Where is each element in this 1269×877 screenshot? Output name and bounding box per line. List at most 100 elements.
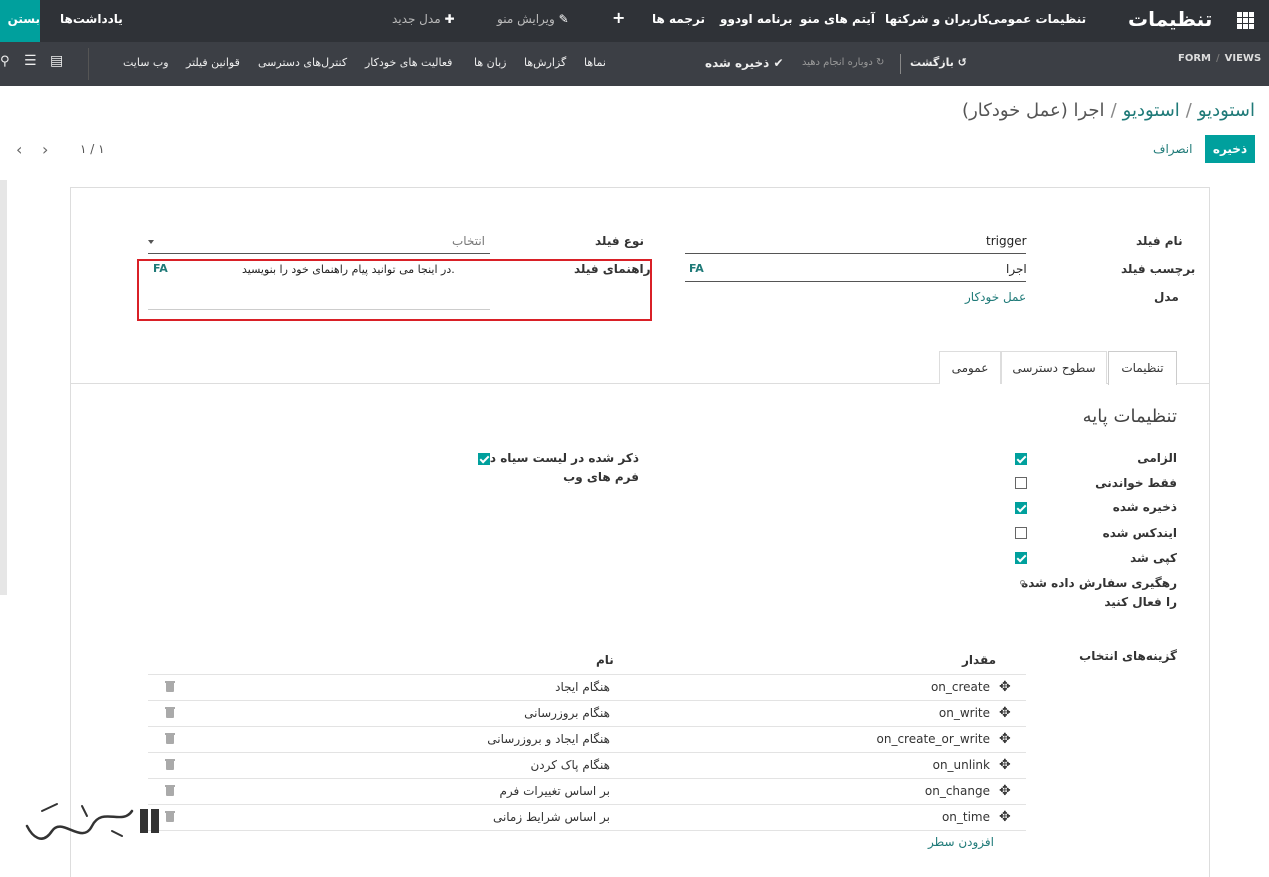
required-checkbox[interactable] (1015, 453, 1027, 465)
field-type-select[interactable]: انتخاب (452, 234, 485, 248)
toolbar-reports[interactable]: گزارش‌ها (524, 56, 566, 69)
studio-toolbar: ⚲ ☰ ▤ وب سایت قوانین فیلتر کنترل‌های دست… (0, 42, 1269, 86)
tab-access-levels[interactable]: سطوح دسترسی (1001, 351, 1107, 384)
blacklist-label-line2: فرم های وب (563, 470, 639, 484)
drag-handle-icon[interactable]: ✥ (999, 809, 1011, 825)
views-crumb[interactable]: VIEWS (1225, 53, 1262, 64)
row-name[interactable]: بر اساس شرایط زمانی (493, 810, 610, 824)
discard-button[interactable]: انصراف (1153, 142, 1192, 156)
topmenu-translations[interactable]: ترجمه ها (652, 12, 705, 26)
breadcrumb-studio-1[interactable]: استودیو (1198, 100, 1255, 121)
back-button[interactable]: بازگشت ↺ (910, 56, 967, 69)
field-label-input[interactable]: اجرا (1006, 262, 1027, 276)
row-divider (148, 752, 1026, 753)
topmenu-users-companies[interactable]: کاربران و شرکتها (885, 12, 989, 26)
trash-icon[interactable] (165, 811, 175, 822)
row-name[interactable]: هنگام ایجاد و بروزرسانی (487, 732, 610, 746)
breadcrumb-studio-2[interactable]: استودیو (1123, 100, 1180, 121)
field-type-label: نوع فیلد (595, 234, 644, 248)
trash-icon[interactable] (165, 707, 175, 718)
notes-menu[interactable]: یادداشت‌ها (60, 12, 123, 26)
undo-icon: ↺ (957, 56, 967, 69)
help-underline (148, 309, 490, 310)
trash-icon[interactable] (165, 681, 175, 692)
form-view-icon[interactable]: ▤ (50, 53, 63, 69)
row-name[interactable]: هنگام پاک کردن (530, 758, 610, 772)
field-name-label: نام فیلد (1136, 234, 1183, 248)
redo-icon: ↻ (875, 57, 885, 68)
readonly-checkbox[interactable] (1015, 477, 1027, 489)
redo-button[interactable]: دوباره انجام دهید ↻ (802, 57, 884, 68)
toolbar-views[interactable]: نماها (584, 56, 606, 69)
topmenu-menu-items[interactable]: آیتم های منو (800, 12, 875, 26)
row-name[interactable]: هنگام ایجاد (555, 680, 610, 694)
drag-handle-icon[interactable]: ✥ (999, 679, 1011, 695)
toolbar-languages[interactable]: زبان ها (474, 56, 506, 69)
search-icon[interactable]: ⚲ (0, 54, 10, 69)
drag-handle-icon[interactable]: ✥ (999, 705, 1011, 721)
toolbar-filter-rules[interactable]: قوانین فیلتر (186, 56, 240, 69)
save-button[interactable]: ذخیره (1205, 135, 1255, 163)
row-value[interactable]: on_change (925, 784, 990, 798)
drag-handle-icon[interactable]: ✥ (999, 783, 1011, 799)
chevron-down-icon[interactable] (148, 240, 154, 244)
field-label-underline (685, 281, 1026, 282)
model-label: مدل (1154, 290, 1179, 304)
copied-checkbox[interactable] (1015, 552, 1027, 564)
row-divider (148, 804, 1026, 805)
field-name-input[interactable]: trigger (986, 234, 1027, 248)
copied-label: کپی شد (1130, 551, 1177, 565)
pager-next-icon[interactable]: › (42, 140, 48, 159)
trash-icon[interactable] (165, 733, 175, 744)
indexed-checkbox[interactable] (1015, 527, 1027, 539)
new-model-label: مدل جدید (392, 12, 441, 26)
drag-handle-icon[interactable]: ✥ (999, 731, 1011, 747)
row-value[interactable]: on_time (942, 810, 990, 824)
edit-menu-menu[interactable]: ویرایش منو ✎ (497, 12, 569, 26)
col-value-header: مقدار (962, 653, 997, 667)
topmenu-general-settings[interactable]: تنظیمات عمومی (988, 12, 1086, 26)
blacklist-label-line1: ذکر شده در لیست سیاه در (482, 451, 639, 465)
drag-handle-icon[interactable]: ✥ (999, 757, 1011, 773)
help-label: راهنمای فیلد (574, 262, 651, 276)
list-view-icon[interactable]: ☰ (24, 53, 37, 69)
row-divider (148, 778, 1026, 779)
tab-general[interactable]: عمومی (939, 351, 1001, 384)
model-link[interactable]: عمل خودکار (965, 290, 1026, 304)
row-divider (148, 726, 1026, 727)
field-type-underline (148, 253, 490, 254)
watermark-signature (25, 803, 134, 840)
stored-checkbox[interactable] (1015, 502, 1027, 514)
help-textarea[interactable]: در اینجا می توانید پیام راهنمای خود را ب… (242, 263, 455, 276)
toolbar-automated-actions[interactable]: فعالیت های خودکار (365, 56, 452, 69)
close-button[interactable]: بستن (0, 0, 40, 42)
help-lang-badge[interactable]: FA (153, 262, 168, 275)
section-title: تنظیمات پایه (1082, 406, 1177, 427)
blacklist-checkbox[interactable] (478, 453, 490, 465)
add-menu-button[interactable]: + (612, 8, 625, 27)
field-label-lang-badge[interactable]: FA (689, 262, 704, 275)
row-value[interactable]: on_unlink (933, 758, 990, 772)
views-breadcrumb: FORM / VIEWS (1178, 53, 1262, 64)
row-value[interactable]: on_create (931, 680, 990, 694)
toolbar-website[interactable]: وب سایت (123, 56, 169, 69)
new-model-menu[interactable]: مدل جدید ✚ (392, 12, 455, 26)
saved-label: ذخیره شده (705, 56, 770, 70)
row-divider (148, 700, 1026, 701)
trash-icon[interactable] (165, 759, 175, 770)
form-crumb[interactable]: FORM (1178, 53, 1211, 64)
tab-settings[interactable]: تنظیمات (1108, 351, 1177, 385)
app-title: تنظیمات (1128, 7, 1213, 31)
toolbar-access-controls[interactable]: کنترل‌های دسترسی (258, 56, 347, 69)
stored-label: ذخیره شده (1112, 500, 1177, 514)
topmenu-odoo-app[interactable]: برنامه اودوو (720, 12, 793, 26)
row-value[interactable]: on_write (939, 706, 990, 720)
row-name[interactable]: بر اساس تغییرات فرم (499, 784, 610, 798)
pager-prev-icon[interactable]: ‹ (16, 140, 22, 159)
trash-icon[interactable] (165, 785, 175, 796)
add-row-link[interactable]: افزودن سطر (928, 835, 994, 849)
row-value[interactable]: on_create_or_write (877, 732, 990, 746)
tracking-widget[interactable] (1020, 580, 1025, 585)
row-name[interactable]: هنگام بروزرسانی (524, 706, 610, 720)
apps-grid-icon[interactable] (1237, 12, 1254, 29)
